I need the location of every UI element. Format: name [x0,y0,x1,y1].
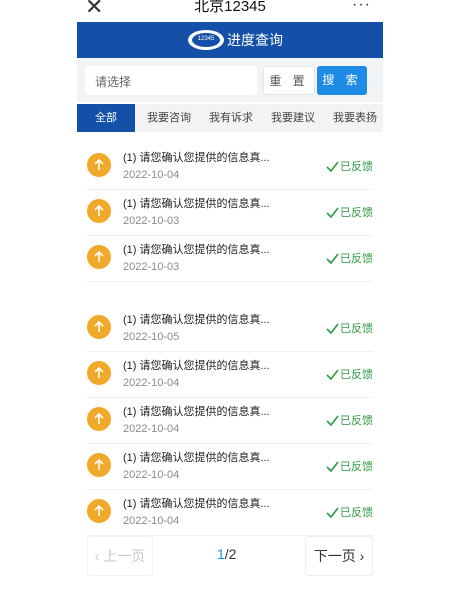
item-date: 2022-10-03 [123,261,180,273]
item-date: 2022-10-04 [123,469,180,481]
list-item[interactable]: (1) 请您确认您提供的信息真... 2022-10-05 已反馈 [87,306,373,352]
item-title: (1) 请您确认您提供的信息真... [123,452,270,464]
check-icon [326,415,339,427]
tab-appeal[interactable]: 我有诉求 [201,104,261,132]
arrow-up-icon [87,361,111,385]
item-date: 2022-10-04 [123,515,180,527]
reset-button[interactable]: 重 置 [263,66,315,95]
check-icon [326,207,339,219]
search-bar: 请选择 重 置 搜 索 [77,58,383,102]
next-page-button[interactable]: 下一页 › [305,536,373,576]
total-pages: /2 [224,546,237,562]
check-icon [326,253,339,265]
item-title: (1) 请您确认您提供的信息真... [123,360,270,372]
item-title: (1) 请您确认您提供的信息真... [123,244,270,256]
arrow-up-icon [87,199,111,223]
item-date: 2022-10-04 [123,377,180,389]
status-text: 已反馈 [340,507,373,519]
check-icon [326,461,339,473]
status-text: 已反馈 [340,253,373,265]
status-text: 已反馈 [340,461,373,473]
list-item[interactable]: (1) 请您确认您提供的信息真... 2022-10-04 已反馈 [87,444,373,490]
list-item[interactable]: (1) 请您确认您提供的信息真... 2022-10-04 已反馈 [87,144,373,190]
check-icon [326,161,339,173]
list-item[interactable]: (1) 请您确认您提供的信息真... 2022-10-04 已反馈 [87,352,373,398]
search-button[interactable]: 搜 索 [317,66,367,95]
arrow-up-icon [87,153,111,177]
arrow-up-icon [87,499,111,523]
status-badge: 已反馈 [326,458,373,474]
app-title: 北京12345 [194,0,266,15]
item-date: 2022-10-03 [123,215,180,227]
status-badge: 已反馈 [326,158,373,174]
status-text: 已反馈 [340,323,373,335]
current-page: 1 [217,546,225,562]
page-header: 12345 进度查询 [77,22,383,58]
list-item[interactable]: (1) 请您确认您提供的信息真... 2022-10-04 已反馈 [87,398,373,444]
status-badge: 已反馈 [326,204,373,220]
status-badge: 已反馈 [326,412,373,428]
item-title: (1) 请您确认您提供的信息真... [123,198,270,210]
arrow-up-icon [87,453,111,477]
page-title: 进度查询 [227,32,283,48]
prev-page-button[interactable]: ‹ 上一页 [87,536,153,576]
phone-screen: ✕ 北京12345 ··· 12345 进度查询 请选择 重 置 搜 索 全部 … [77,0,383,600]
item-date: 2022-10-05 [123,331,180,343]
logo-text: 12345 [198,36,215,42]
tab-praise[interactable]: 我要表扬 [325,104,383,132]
status-text: 已反馈 [340,207,373,219]
more-icon[interactable]: ··· [352,0,371,14]
category-tabs: 全部 我要咨询 我有诉求 我要建议 我要表扬 [77,104,383,132]
item-title: (1) 请您确认您提供的信息真... [123,314,270,326]
tab-consult[interactable]: 我要咨询 [139,104,199,132]
list-item[interactable]: (1) 请您确认您提供的信息真... 2022-10-03 已反馈 [87,190,373,236]
arrow-up-icon [87,315,111,339]
status-badge: 已反馈 [326,250,373,266]
status-badge: 已反馈 [326,366,373,382]
page-indicator: 1/2 [217,546,236,562]
item-title: (1) 请您确认您提供的信息真... [123,406,270,418]
status-badge: 已反馈 [326,504,373,520]
check-icon [326,369,339,381]
logo-icon: 12345 [188,30,224,50]
item-title: (1) 请您确认您提供的信息真... [123,152,270,164]
list-item[interactable]: (1) 请您确认您提供的信息真... 2022-10-04 已反馈 [87,490,373,536]
tab-all[interactable]: 全部 [77,104,135,132]
check-icon [326,507,339,519]
status-badge: 已反馈 [326,320,373,336]
category-select[interactable]: 请选择 [85,66,257,95]
check-icon [326,323,339,335]
item-date: 2022-10-04 [123,169,180,181]
arrow-up-icon [87,245,111,269]
pagination: ‹ 上一页 1/2 下一页 › [77,534,383,578]
item-title: (1) 请您确认您提供的信息真... [123,498,270,510]
select-placeholder: 请选择 [95,75,132,89]
item-date: 2022-10-04 [123,423,180,435]
status-text: 已反馈 [340,161,373,173]
status-text: 已反馈 [340,415,373,427]
arrow-up-icon [87,407,111,431]
app-titlebar: ✕ 北京12345 ··· [77,0,383,22]
status-text: 已反馈 [340,369,373,381]
tab-suggest[interactable]: 我要建议 [263,104,323,132]
list-item[interactable]: (1) 请您确认您提供的信息真... 2022-10-03 已反馈 [87,236,373,282]
